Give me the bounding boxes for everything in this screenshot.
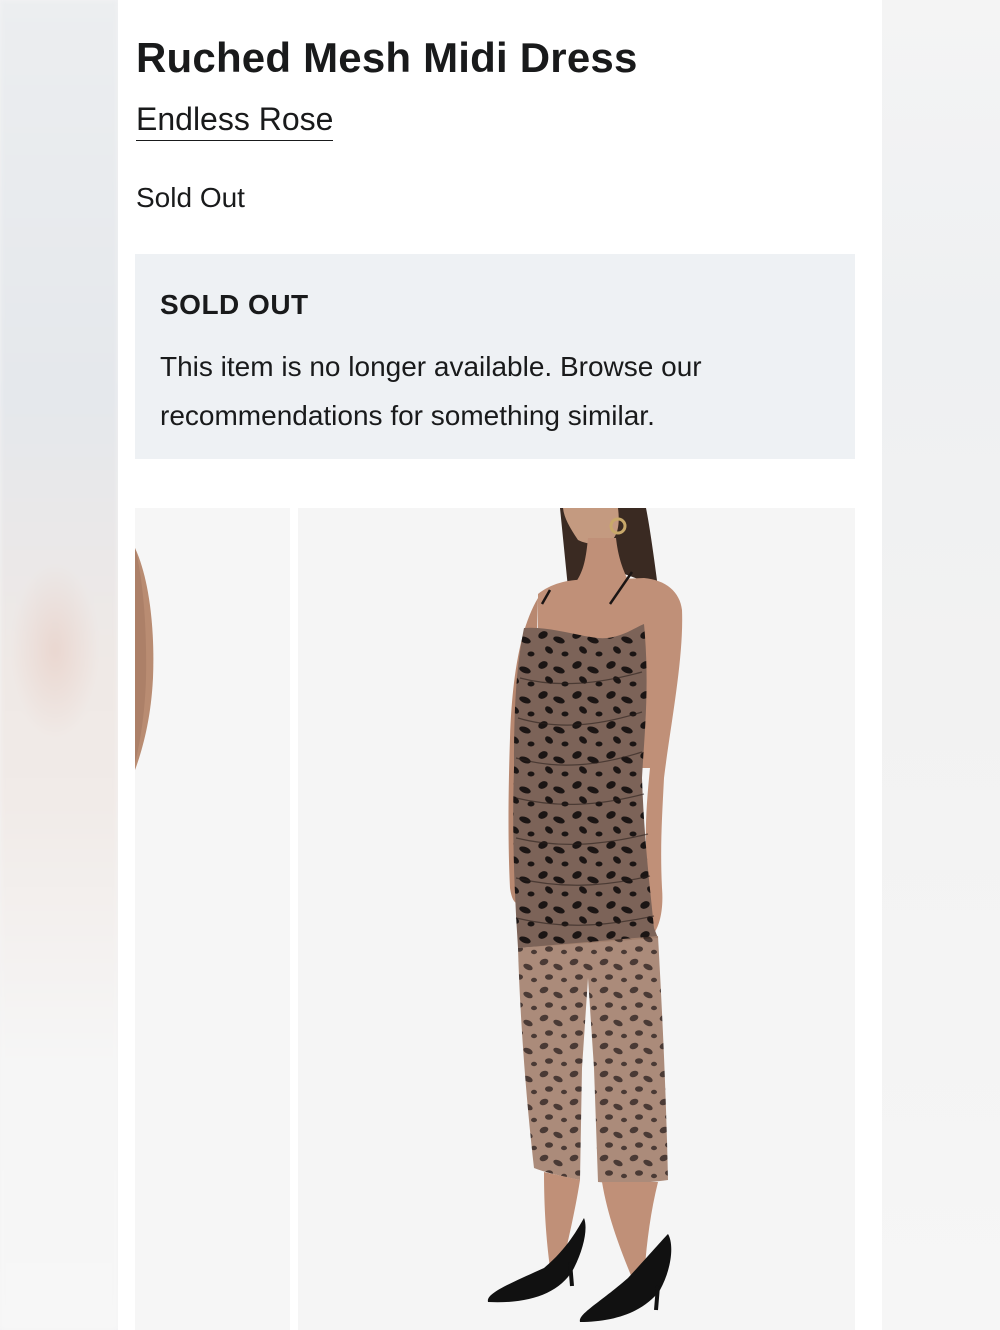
product-image-main[interactable] — [298, 508, 855, 1330]
product-title: Ruched Mesh Midi Dress — [136, 34, 638, 81]
image-gallery — [135, 508, 855, 1330]
notice-message: This item is no longer available. Browse… — [160, 351, 702, 431]
blurred-backdrop-left — [0, 0, 118, 1330]
product-page: Ruched Mesh Midi Dress Endless Rose Sold… — [118, 0, 882, 1330]
product-image-partial[interactable] — [135, 508, 290, 1330]
notice-title: SOLD OUT — [160, 289, 309, 320]
availability-status: Sold Out — [136, 182, 245, 213]
brand-link[interactable]: Endless Rose — [136, 101, 334, 141]
partial-arm-photo — [135, 508, 290, 1330]
blurred-backdrop-right — [882, 0, 1000, 1330]
dress-photo — [298, 508, 855, 1330]
sold-out-notice: SOLD OUT This item is no longer availabl… — [135, 254, 855, 459]
